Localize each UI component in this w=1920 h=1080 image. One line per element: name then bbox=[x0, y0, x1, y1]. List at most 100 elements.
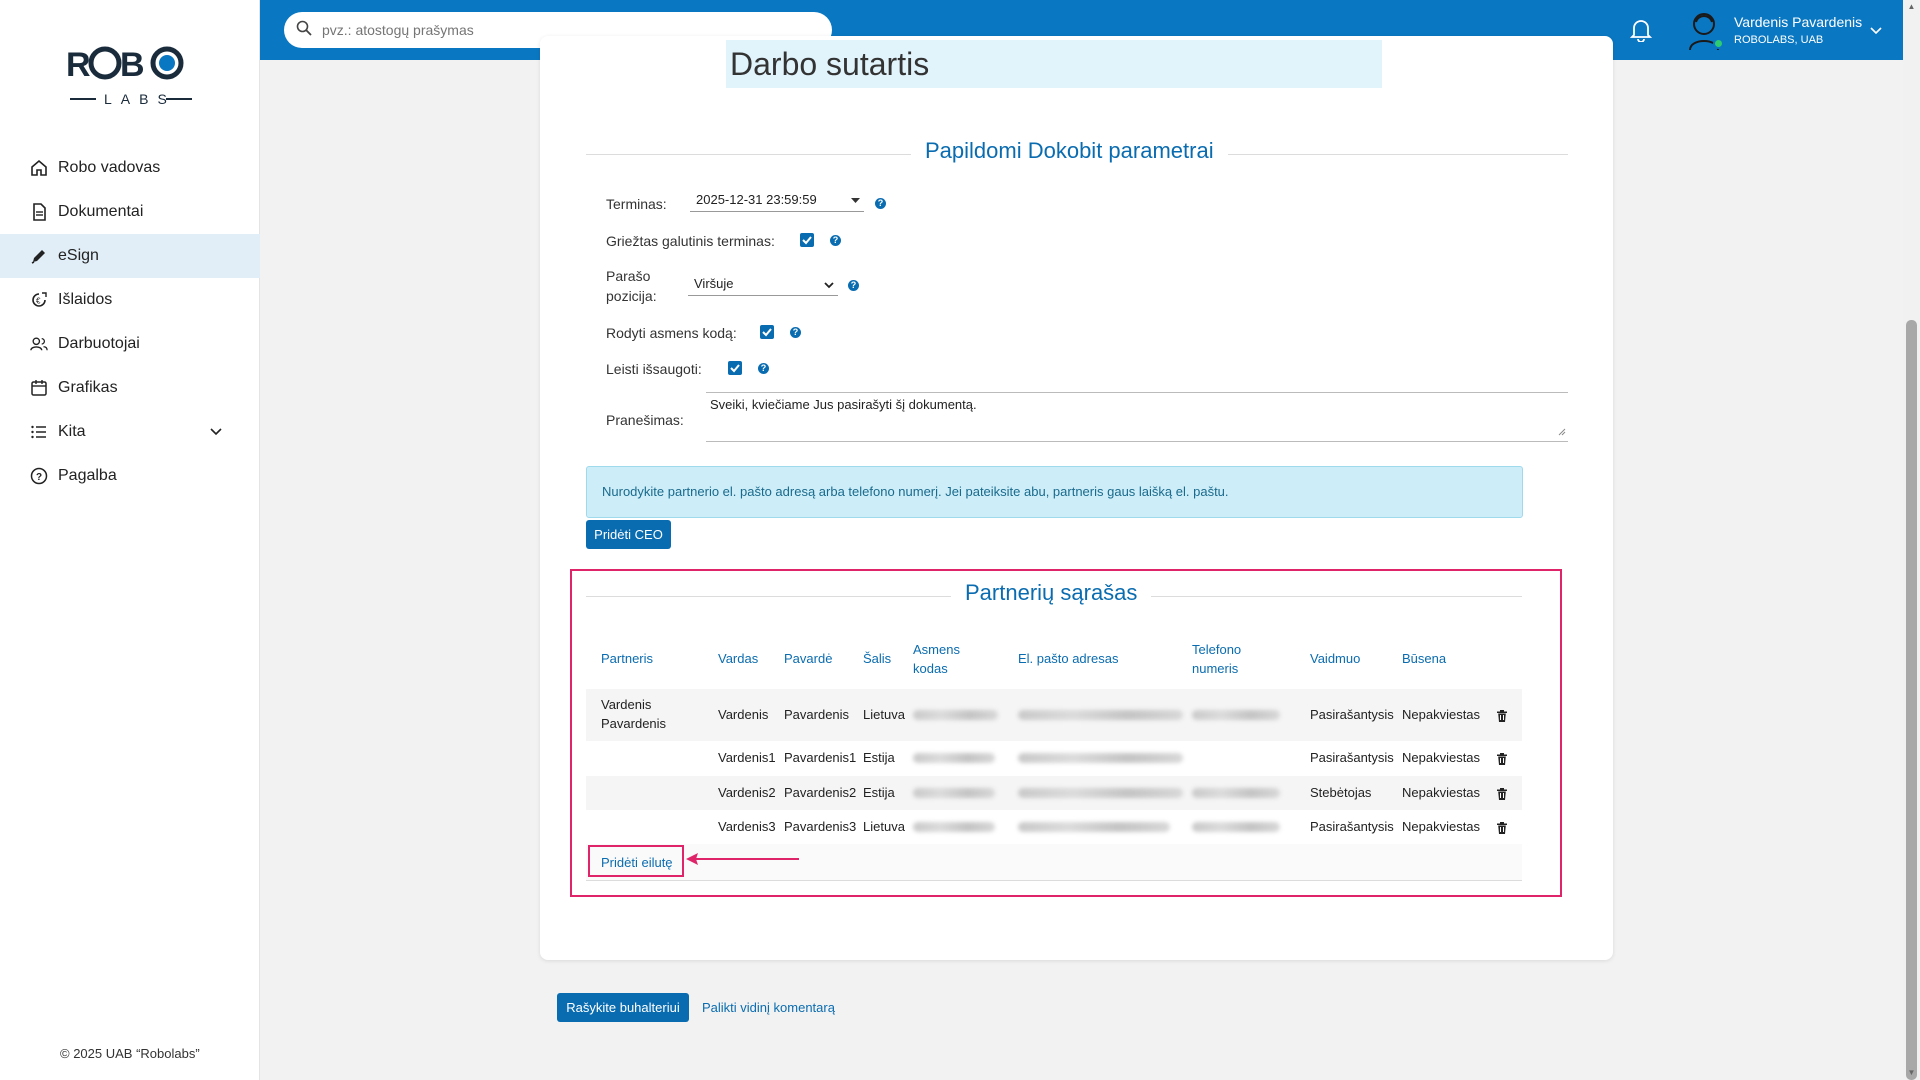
sidebar-item-grafikas[interactable]: Grafikas bbox=[0, 366, 260, 410]
role-cell: Pasirašantysis bbox=[1310, 819, 1394, 834]
show-personal-code-label: Rodyti asmens kodą: bbox=[606, 325, 737, 341]
message-value: Sveiki, kviečiame Jus pasirašyti šį doku… bbox=[710, 397, 977, 412]
help-icon[interactable]: ? bbox=[848, 280, 859, 291]
status-cell: Nepakviestas bbox=[1402, 785, 1481, 800]
signature-position-label-line1: Parašo bbox=[606, 268, 651, 284]
status-cell: Nepakviestas bbox=[1402, 750, 1481, 765]
sidebar-item-esign[interactable]: eSign bbox=[0, 234, 260, 278]
country-cell: Estija bbox=[863, 785, 895, 800]
column-header-personal-code-line2: kodas bbox=[913, 661, 948, 676]
column-header-last-name: Pavardė bbox=[784, 651, 833, 666]
role-cell: Pasirašantysis bbox=[1310, 707, 1394, 722]
personal-code-redacted bbox=[913, 753, 995, 763]
resize-handle-icon[interactable] bbox=[1558, 424, 1566, 439]
trash-icon[interactable] bbox=[1497, 787, 1507, 805]
phone-redacted bbox=[1192, 822, 1280, 832]
bell-icon[interactable] bbox=[1629, 18, 1653, 47]
column-header-role: Vaidmuo bbox=[1310, 651, 1361, 666]
email-redacted bbox=[1018, 788, 1183, 798]
country-cell: Lietuva bbox=[863, 819, 905, 834]
scrollbar-thumb[interactable] bbox=[1906, 320, 1917, 1080]
help-icon[interactable]: ? bbox=[830, 235, 841, 246]
info-alert: Nurodykite partnerio el. pašto adresą ar… bbox=[586, 466, 1523, 518]
add-ceo-button[interactable]: Pridėti CEO bbox=[586, 520, 671, 549]
help-icon[interactable]: ? bbox=[790, 327, 801, 338]
user-company: ROBOLABS, UAB bbox=[1734, 34, 1824, 46]
signature-position-select[interactable]: Viršuje bbox=[688, 272, 838, 296]
write-accountant-button[interactable]: Rašykite buhalteriui bbox=[557, 993, 689, 1022]
column-header-phone-line2: numeris bbox=[1192, 661, 1239, 676]
trash-icon[interactable] bbox=[1497, 752, 1507, 770]
first-name-cell: Vardenis1 bbox=[718, 750, 776, 765]
sidebar-item-darbuotojai[interactable]: Darbuotojai bbox=[0, 322, 260, 366]
sidebar-item-robo-vadovas[interactable]: Robo vadovas bbox=[0, 146, 260, 190]
strict-deadline-label: Griežtas galutinis terminas: bbox=[606, 233, 775, 249]
column-header-email: El. pašto adresas bbox=[1018, 651, 1119, 666]
sidebar: R B LABS Robo vadovas Dokumentai eSign €… bbox=[0, 0, 260, 1080]
allow-save-checkbox[interactable] bbox=[728, 361, 742, 375]
chevron-down-icon[interactable] bbox=[1870, 22, 1882, 40]
sidebar-item-kita[interactable]: Kita bbox=[0, 410, 260, 454]
email-redacted bbox=[1018, 710, 1183, 720]
message-textarea[interactable]: Sveiki, kviečiame Jus pasirašyti šį doku… bbox=[706, 392, 1568, 442]
country-cell: Lietuva bbox=[863, 707, 905, 722]
svg-text:B: B bbox=[120, 46, 145, 84]
personal-code-redacted bbox=[913, 710, 998, 720]
divider bbox=[586, 880, 1522, 881]
show-personal-code-checkbox[interactable] bbox=[760, 325, 774, 339]
email-redacted bbox=[1018, 753, 1183, 763]
country-cell: Estija bbox=[863, 750, 895, 765]
signature-position-label-line2: pozicija: bbox=[606, 288, 657, 304]
internal-comment-link[interactable]: Palikti vidinį komentarą bbox=[702, 1000, 835, 1015]
scroll-up-arrow-icon[interactable]: ▲ bbox=[1906, 2, 1917, 12]
strict-deadline-checkbox[interactable] bbox=[800, 233, 814, 247]
sidebar-item-label: Pagalba bbox=[58, 467, 117, 484]
partners-section-title: Partnerių sąrašas bbox=[951, 580, 1152, 606]
help-icon[interactable]: ? bbox=[875, 198, 886, 209]
sidebar-item-label: eSign bbox=[58, 247, 99, 264]
column-header-first-name: Vardas bbox=[718, 651, 759, 666]
chevron-down-icon bbox=[824, 277, 834, 292]
online-status-dot bbox=[1713, 38, 1724, 49]
add-row-link[interactable]: Pridėti eilutę bbox=[601, 855, 673, 870]
users-icon bbox=[30, 335, 48, 353]
list-icon bbox=[30, 423, 48, 441]
sidebar-item-label: Darbuotojai bbox=[58, 335, 140, 352]
copyright: © 2025 UAB “Robolabs” bbox=[60, 1046, 200, 1061]
document-title: Darbo sutartis bbox=[730, 46, 930, 82]
trash-icon[interactable] bbox=[1497, 709, 1507, 727]
search-icon bbox=[296, 20, 312, 41]
status-cell: Nepakviestas bbox=[1402, 819, 1481, 834]
trash-icon[interactable] bbox=[1497, 821, 1507, 839]
highlight-arrow bbox=[686, 853, 799, 865]
sidebar-item-pagalba[interactable]: ? Pagalba bbox=[0, 454, 260, 498]
phone-redacted bbox=[1192, 788, 1280, 798]
scroll-down-arrow-icon[interactable]: ▼ bbox=[1906, 1068, 1917, 1078]
first-name-cell: Vardenis bbox=[718, 707, 769, 722]
first-name-cell: Vardenis2 bbox=[718, 785, 776, 800]
deadline-input[interactable]: 2025-12-31 23:59:59 bbox=[690, 188, 864, 212]
avatar bbox=[1686, 10, 1724, 52]
svg-text:LABS: LABS bbox=[104, 91, 176, 107]
pen-icon bbox=[30, 247, 48, 265]
sidebar-item-islaidos[interactable]: € Išlaidos bbox=[0, 278, 260, 322]
info-alert-text: Nurodykite partnerio el. pašto adresą ar… bbox=[602, 484, 1229, 499]
sidebar-item-label: Robo vadovas bbox=[58, 159, 161, 176]
help-icon: ? bbox=[30, 467, 48, 485]
partner-name-line2: Pavardenis bbox=[601, 716, 667, 731]
svg-text:?: ? bbox=[36, 472, 42, 483]
svg-text:R: R bbox=[66, 46, 91, 84]
user-menu[interactable]: Vardenis Pavardenis ROBOLABS, UAB bbox=[1686, 10, 1896, 52]
caret-down-icon bbox=[851, 192, 860, 207]
home-icon bbox=[30, 159, 48, 177]
role-cell: Pasirašantysis bbox=[1310, 750, 1394, 765]
sidebar-item-label: Išlaidos bbox=[58, 291, 113, 308]
last-name-cell: Pavardenis1 bbox=[784, 750, 857, 765]
chevron-down-icon[interactable] bbox=[210, 423, 222, 441]
column-header-phone-line1: Telefono bbox=[1192, 642, 1242, 657]
sidebar-nav: Robo vadovas Dokumentai eSign € Išlaidos… bbox=[0, 146, 260, 498]
robolabs-logo[interactable]: R B LABS bbox=[60, 40, 200, 112]
help-icon[interactable]: ? bbox=[758, 363, 769, 374]
personal-code-redacted bbox=[913, 788, 995, 798]
sidebar-item-dokumentai[interactable]: Dokumentai bbox=[0, 190, 260, 234]
